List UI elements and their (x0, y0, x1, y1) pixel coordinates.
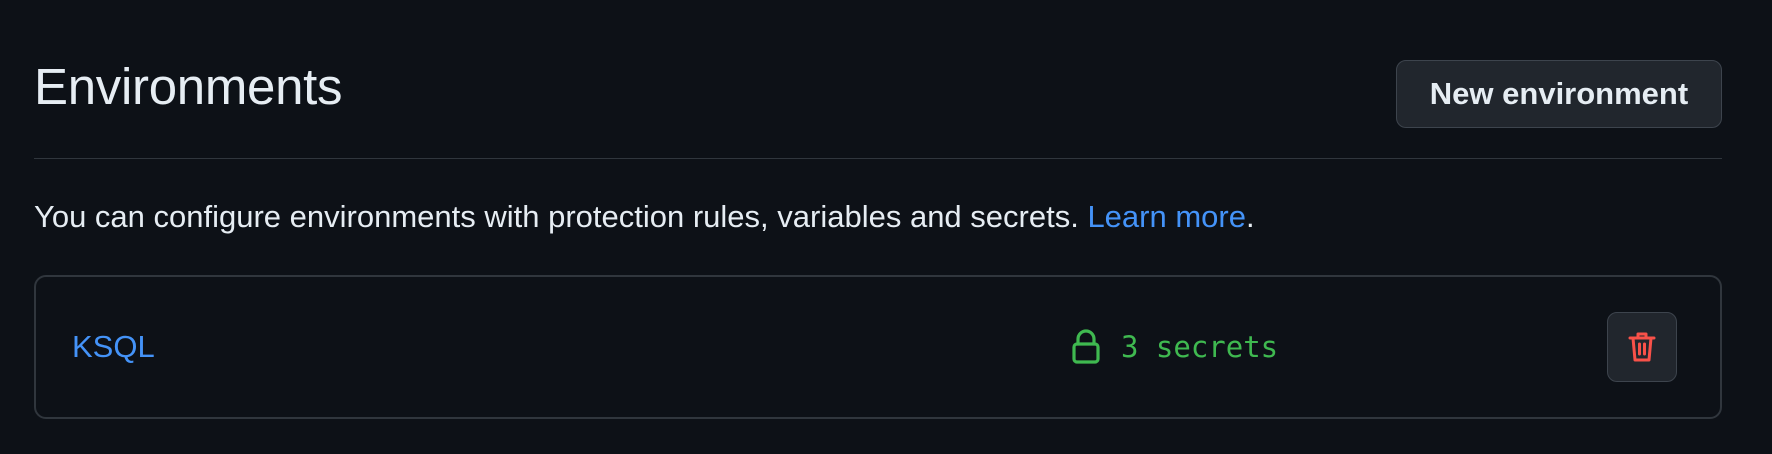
trash-icon (1627, 330, 1657, 364)
environments-page: Environments New environment You can con… (0, 0, 1772, 454)
page-description: You can configure environments with prot… (34, 197, 1255, 237)
environment-name-link[interactable]: KSQL (72, 329, 155, 365)
lock-icon (1071, 329, 1101, 365)
environment-row: KSQL 3 secrets (36, 277, 1720, 417)
learn-more-link[interactable]: Learn more (1087, 199, 1246, 234)
secrets-summary: 3 secrets (1071, 329, 1278, 365)
description-text: You can configure environments with prot… (34, 199, 1088, 234)
environment-list: KSQL 3 secrets (34, 275, 1722, 419)
secrets-count: 3 secrets (1121, 330, 1279, 364)
page-header: Environments New environment (34, 0, 1722, 159)
page-title: Environments (34, 58, 343, 115)
new-environment-button[interactable]: New environment (1396, 60, 1722, 128)
delete-environment-button[interactable] (1607, 312, 1677, 382)
description-period: . (1245, 199, 1255, 234)
